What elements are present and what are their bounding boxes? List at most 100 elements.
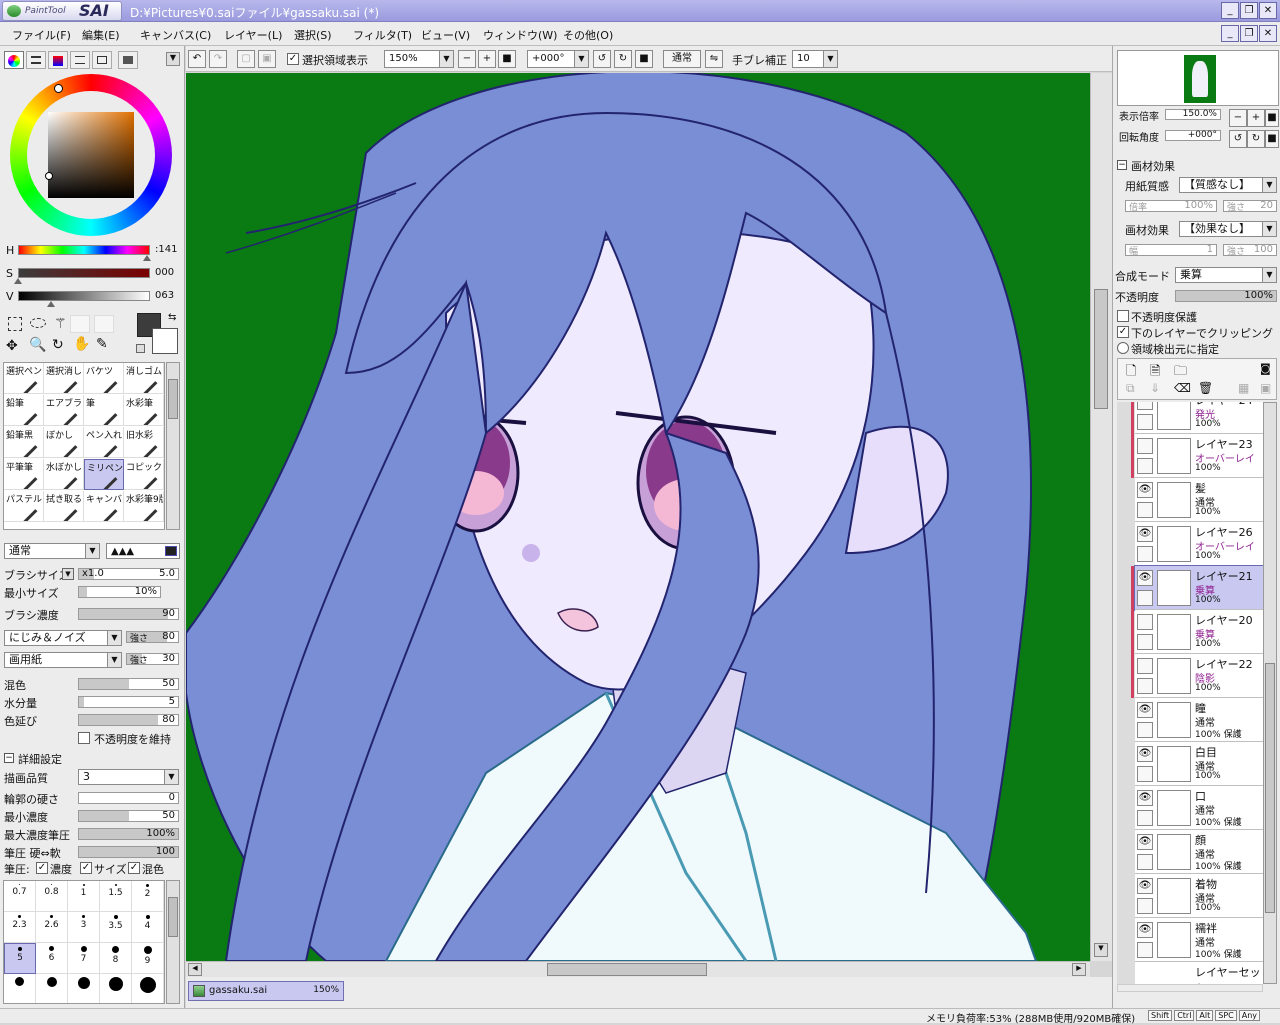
min-density-slider[interactable]: 50 [78,810,179,822]
apply-mask-icon[interactable]: ▦ [1238,381,1249,395]
brush-size-preset[interactable] [132,974,164,1003]
nav-zoom-in-button[interactable]: + [1247,109,1265,127]
brush-size-preset[interactable]: 1.5 [100,881,132,912]
lock-slot[interactable] [1137,942,1153,958]
detail-settings-label[interactable]: 詳細設定 [18,751,62,767]
tool-item[interactable]: 水ぼかし [44,459,84,490]
brush-size-preset[interactable] [4,974,36,1003]
lock-slot[interactable] [1137,898,1153,914]
lasso-icon[interactable] [30,318,46,328]
zoom-select[interactable]: 150% ▼ [384,50,454,68]
brush-size-preset[interactable] [36,974,68,1003]
brush-size-expand[interactable]: ▼ [62,568,74,580]
brush-shape-selector[interactable]: ▲▲▲ [106,543,180,559]
brush-size-preset[interactable]: 2.6 [36,912,68,943]
brush-size-preset[interactable]: 7 [68,943,100,974]
saturation-slider[interactable] [18,268,150,278]
nav-zoom-out-button[interactable]: − [1229,109,1247,127]
layer-list-hscroll[interactable] [1117,984,1263,992]
effect-width-slider[interactable]: 幅1 [1125,244,1217,257]
tool-item[interactable]: 筆 [84,395,124,426]
tool-item[interactable]: バケツ [84,363,124,394]
tool-item[interactable]: ぼかし [44,427,84,458]
protect-opacity-checkbox[interactable] [1117,310,1129,322]
deselect-button[interactable]: ▢ [237,50,255,68]
tool-item[interactable]: 平筆筆 [4,459,44,490]
zoom-reset-button[interactable]: ■ [498,50,516,68]
effect-strength-slider[interactable]: 強さ 100 [1223,244,1277,257]
menu-canvas[interactable]: キャンバス(C) [140,27,211,43]
layer-panel-menu-icon[interactable]: ◙ [1260,362,1271,375]
brush-mode-select[interactable]: 通常 ▼ [4,543,100,559]
eye-icon[interactable] [1137,658,1153,674]
rotate-right-button[interactable]: ↻ [614,50,632,68]
nav-zoom-slider[interactable]: 150.0% [1165,109,1221,120]
tool-item[interactable]: 選択ペン [4,363,44,394]
brush-size-scrollbar[interactable] [166,880,180,1004]
show-selection-checkbox[interactable]: ✓ [287,53,299,65]
brush-size-preset[interactable]: 2 [132,881,164,912]
document-tab[interactable]: gassaku.sai 150% [188,981,344,1001]
layer-list-scrollbar[interactable] [1263,402,1277,984]
tool-item[interactable]: コピック [124,459,164,490]
lock-slot[interactable] [1137,854,1153,870]
eye-icon[interactable]: 👁 [1137,702,1153,718]
navigator-preview[interactable] [1117,50,1279,106]
brush-size-preset[interactable]: 3.5 [100,912,132,943]
hue-slider[interactable] [18,245,150,255]
scratchpad-tab[interactable] [92,51,112,69]
close-button[interactable]: ✕ [1259,2,1277,19]
angle-select[interactable]: +000° ▼ [527,50,589,68]
copy-layer-icon[interactable]: ⧉ [1126,381,1135,396]
scroll-right-icon[interactable]: ▶ [1072,963,1086,976]
texture2-select[interactable]: 画用紙 ▼ [4,652,122,668]
layer-item-partial[interactable]: レイヤーセット2 [1135,962,1263,984]
tool-item[interactable]: 鉛筆 [4,395,44,426]
nav-rotate-right-button[interactable]: ↻ [1247,130,1265,148]
tool-item[interactable]: キャンバスアクリル [84,491,124,522]
saturation-marker[interactable] [14,278,22,284]
eye-icon[interactable]: 👁 [1137,834,1153,850]
swap-colors-icon[interactable]: ⇆ [168,312,176,323]
collapse-icon[interactable]: − [4,753,14,763]
brush-size-slider[interactable]: x1.0 5.0 [78,568,179,580]
menu-other[interactable]: その他(O) [563,27,613,43]
vertical-scrollbar[interactable]: ▼ [1090,73,1112,961]
brush-size-preset[interactable]: 8 [100,943,132,974]
layer-item[interactable]: 👁 襦袢 通常 100% 保護 [1135,918,1263,962]
menu-view[interactable]: ビュー(V) [421,27,470,43]
max-density-slider[interactable]: 100% [78,828,179,840]
clipping-checkbox[interactable]: ✓ [1117,326,1129,338]
move-icon[interactable]: ✥ [6,338,18,354]
paper-texture-select[interactable]: 【質感なし】 ▼ [1179,177,1277,193]
eye-icon[interactable] [1137,438,1153,454]
invert-selection-button[interactable]: ▣ [258,50,276,68]
brush-size-preset[interactable]: 9 [132,943,164,974]
brush-size-preset[interactable]: 0.8 [36,881,68,912]
hue-cursor[interactable] [54,84,63,93]
mix-slider[interactable]: 50 [78,678,179,690]
palette-tab[interactable] [118,51,138,69]
tool-item[interactable]: パステル [4,491,44,522]
eye-icon[interactable]: 👁 [1137,746,1153,762]
background-color-swatch[interactable] [152,328,178,354]
brush-size-preset[interactable]: 3 [68,912,100,943]
keep-opacity-checkbox[interactable] [78,732,90,744]
hand-icon[interactable]: ✋ [73,336,90,352]
value-slider[interactable] [18,291,150,301]
brush-size-preset[interactable]: 4 [132,912,164,943]
reset-colors-icon[interactable] [136,344,145,353]
tool-item[interactable]: 水彩筆 [124,395,164,426]
collapse-icon[interactable]: − [1117,160,1127,170]
nav-rotate-slider[interactable]: +000° [1165,130,1221,141]
tool-item[interactable]: 選択消し [44,363,84,394]
stretch-slider[interactable]: 80 [78,714,179,726]
nav-zoom-reset-button[interactable]: ■ [1265,109,1279,127]
doc-restore-button[interactable]: ❐ [1240,25,1258,42]
eye-icon[interactable] [1137,402,1153,410]
menu-edit[interactable]: 編集(E) [82,27,120,43]
undo-button[interactable]: ↶ [188,50,206,68]
tool-item[interactable]: 消しゴム [124,363,164,394]
paper-scale-slider[interactable]: 倍率 100% [1125,200,1217,213]
lock-slot[interactable] [1137,546,1153,562]
